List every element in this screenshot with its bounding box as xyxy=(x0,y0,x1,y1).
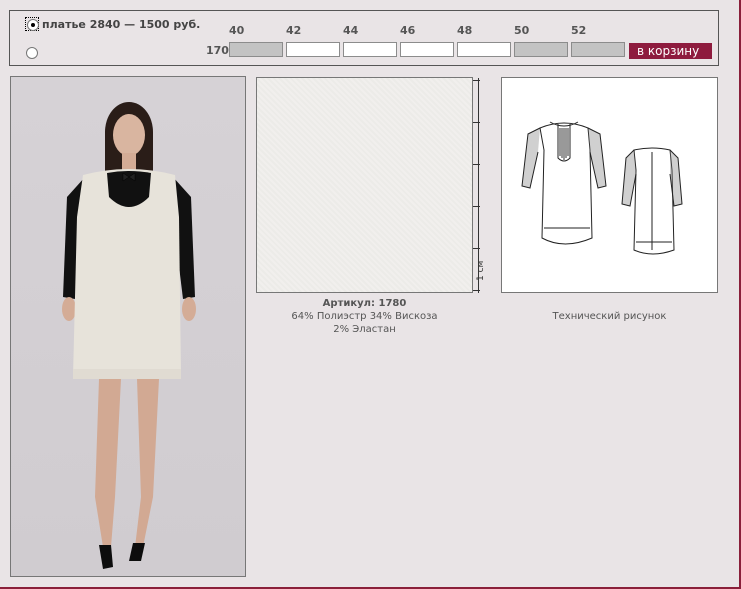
ruler-tick xyxy=(473,80,480,81)
fabric-info: Артикул: 1780 64% Полиэстр 34% Вискоза 2… xyxy=(256,297,473,336)
size-header-50: 50 xyxy=(514,24,530,37)
size-header-42: 42 xyxy=(286,24,302,37)
ruler-tick xyxy=(473,290,480,291)
product-label: платье 2840 — 1500 руб. xyxy=(42,18,201,31)
product-photo xyxy=(10,76,246,577)
composition-line-2: 2% Эластан xyxy=(333,324,396,335)
size-header-46: 46 xyxy=(400,24,416,37)
size-cell-40 xyxy=(229,42,283,57)
size-header-44: 44 xyxy=(343,24,359,37)
model-illustration xyxy=(62,102,196,569)
fabric-swatch xyxy=(256,77,473,293)
size-cell-44[interactable] xyxy=(343,42,397,57)
size-cell-42[interactable] xyxy=(286,42,340,57)
order-panel: платье 2840 — 1500 руб. 40 42 44 46 48 5… xyxy=(9,10,719,66)
ruler-tick xyxy=(473,206,480,207)
ruler-tick xyxy=(473,248,480,249)
product-radio-selected[interactable] xyxy=(27,19,39,31)
ruler-tick xyxy=(473,122,480,123)
dress-sketch xyxy=(521,121,683,255)
article-number: Артикул: 1780 xyxy=(322,298,407,309)
product-radio-alt[interactable] xyxy=(26,47,38,59)
technical-drawing-caption: Технический рисунок xyxy=(552,311,667,322)
size-cell-48[interactable] xyxy=(457,42,511,57)
composition-line-1: 64% Полиэстр 34% Вискоза xyxy=(291,311,438,322)
add-to-cart-button[interactable]: в корзину xyxy=(629,43,712,59)
size-cell-50 xyxy=(514,42,568,57)
technical-drawing xyxy=(501,77,718,293)
height-label: 170 xyxy=(206,44,229,57)
size-header-52: 52 xyxy=(571,24,587,37)
ruler-tick xyxy=(473,164,480,165)
size-cell-46[interactable] xyxy=(400,42,454,57)
size-header-48: 48 xyxy=(457,24,473,37)
size-header-40: 40 xyxy=(229,24,245,37)
radio-focus-outline xyxy=(25,17,39,31)
size-cell-52 xyxy=(571,42,625,57)
ruler-label: 1 см xyxy=(476,260,486,281)
